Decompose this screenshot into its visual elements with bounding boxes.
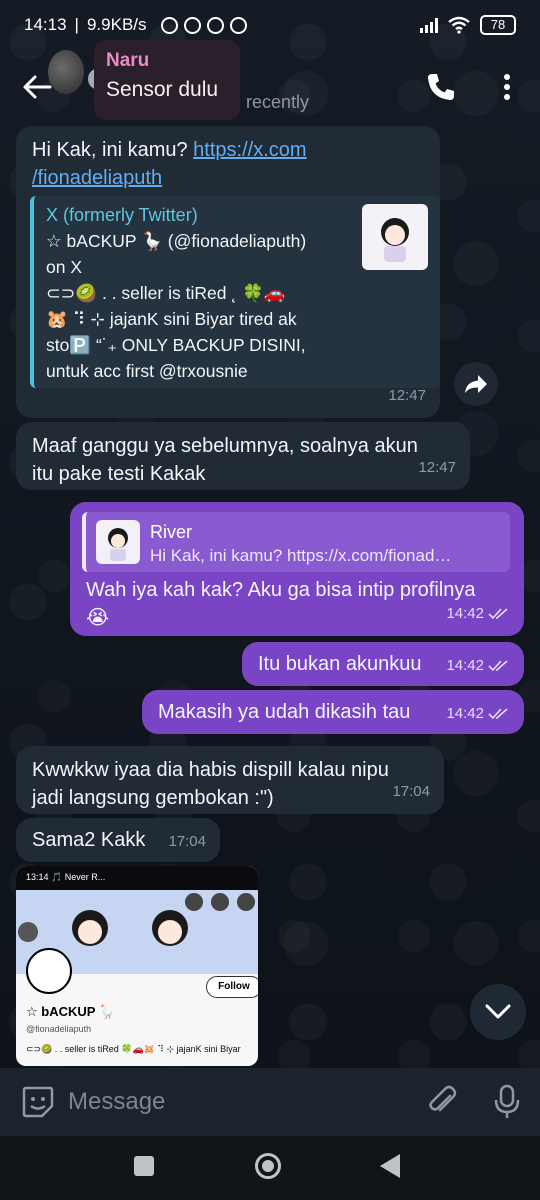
screenshot-follow-button: Follow	[206, 976, 258, 998]
status-bar: 14:13 | 9.9KB/s 78	[0, 0, 540, 50]
contact-name: Naru	[106, 50, 150, 71]
attach-icon[interactable]	[424, 1084, 460, 1120]
message-link[interactable]: https://x.com	[193, 139, 306, 161]
message-bubble-outgoing[interactable]: Itu bukan akunkuu 14:42	[242, 642, 524, 686]
screenshot-status-bar: 13:14 🎵 Never R...	[16, 866, 258, 890]
double-check-icon	[488, 608, 508, 620]
contact-note: Sensor dulu	[106, 78, 219, 101]
screenshot-handle: @fionadeliaputh	[26, 1024, 92, 1034]
message-text: Kwwkkw iyaa dia habis dispill kalau nipu…	[32, 759, 389, 809]
battery-icon: 78	[480, 15, 516, 35]
alarm-icon	[160, 16, 178, 34]
back-button[interactable]	[380, 1154, 400, 1178]
forward-icon	[465, 375, 487, 393]
wifi-icon	[448, 16, 470, 34]
whatsapp-icon	[183, 16, 201, 34]
last-seen-status: recently	[246, 92, 310, 112]
message-time: 14:42	[446, 600, 510, 628]
signal-icon	[420, 17, 438, 33]
message-link[interactable]: /fionadeliaputh	[32, 167, 162, 189]
chevron-down-icon	[485, 1004, 511, 1019]
message-time: 14:42	[446, 700, 510, 728]
message-input[interactable]	[68, 1082, 388, 1122]
message-text: Maaf ganggu ya sebelumnya, soalnya akun i…	[32, 435, 418, 485]
link-preview-description: ⊂⊃🥝 . . seller is tiRed ˛ 🍀🚗 🐹 ⠹ ⊹ jajan…	[46, 283, 306, 381]
message-bubble-incoming[interactable]: Maaf ganggu ya sebelumnya, soalnya akun i…	[16, 422, 470, 490]
reply-thumbnail	[96, 520, 140, 564]
message-time: 14:42	[446, 652, 510, 680]
status-right: 78	[420, 15, 516, 35]
screenshot-bio: ⊂⊃🥝 . . seller is tiRed 🍀🚗🐹 ⠹ ⊹ jajanK s…	[26, 1044, 241, 1054]
message-input-bar	[0, 1068, 540, 1136]
reply-snippet: Hi Kak, ini kamu? https://x.com/fionad…	[150, 546, 452, 565]
reply-quote[interactable]: River Hi Kak, ini kamu? https://x.com/fi…	[82, 512, 510, 572]
chat-header: Naru Sensor dulu recently	[0, 40, 540, 124]
telegram-icon	[206, 16, 224, 34]
more-options-icon[interactable]	[494, 70, 520, 104]
home-button[interactable]	[255, 1153, 281, 1179]
scroll-down-button[interactable]	[470, 984, 526, 1040]
screenshot-avatar	[26, 948, 72, 994]
sticker-icon[interactable]	[20, 1084, 56, 1120]
message-bubble-incoming[interactable]: Hi Kak, ini kamu? https://x.com /fionade…	[16, 126, 440, 418]
message-time: 12:47	[388, 387, 426, 404]
contact-name-popup[interactable]: Naru Sensor dulu	[94, 40, 240, 120]
microphone-icon[interactable]	[490, 1084, 524, 1120]
message-text: Wah iya kah kak? Aku ga bisa intip profi…	[86, 579, 476, 629]
link-preview[interactable]: X (formerly Twitter) ☆ bACKUP 🪿 (@fionad…	[30, 196, 440, 388]
network-speed: 9.9KB/s	[86, 15, 147, 34]
notification-icons	[160, 16, 247, 34]
clock: 14:13	[24, 15, 67, 34]
message-bubble-outgoing[interactable]: Makasih ya udah dikasih tau 14:42	[142, 690, 524, 734]
message-time: 12:47	[418, 459, 456, 476]
avatar[interactable]	[48, 50, 84, 94]
system-nav-bar	[0, 1136, 540, 1200]
message-time: 17:04	[168, 833, 206, 850]
message-time: 17:04	[392, 783, 430, 800]
link-preview-thumbnail	[362, 204, 428, 270]
message-bubble-outgoing[interactable]: River Hi Kak, ini kamu? https://x.com/fi…	[70, 502, 524, 636]
double-check-icon	[488, 660, 508, 672]
screenshot-profile-name: ☆ bACKUP 🪿	[26, 1004, 115, 1019]
double-check-icon	[488, 708, 508, 720]
phone-icon[interactable]	[424, 70, 458, 104]
recents-button[interactable]	[134, 1156, 154, 1176]
message-text: Hi Kak, ini kamu? https://x.com /fionade…	[32, 139, 307, 189]
message-bubble-incoming[interactable]: Sama2 Kakk 17:04	[16, 818, 220, 862]
status-left: 14:13 | 9.9KB/s	[24, 15, 247, 35]
message-bubble-incoming[interactable]: Kwwkkw iyaa dia habis dispill kalau nipu…	[16, 746, 444, 814]
share-button[interactable]	[454, 362, 498, 406]
whatsapp-icon	[229, 16, 247, 34]
image-message[interactable]: 13:14 🎵 Never R... Follow ☆ bACKUP 🪿 @fi…	[16, 866, 258, 1066]
